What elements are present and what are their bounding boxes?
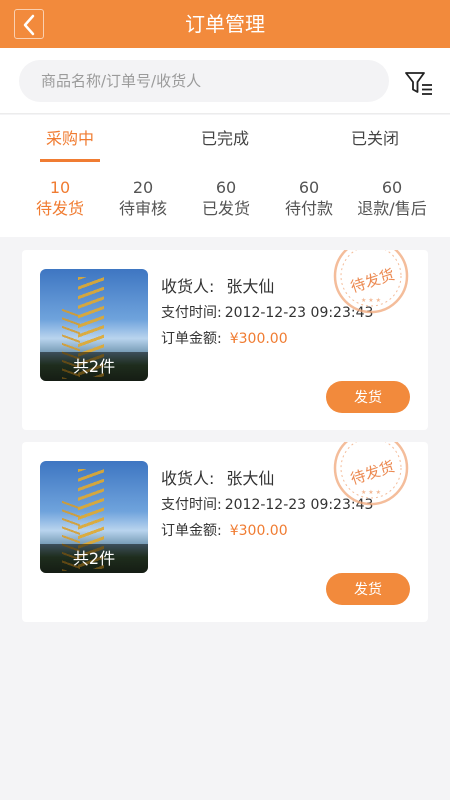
product-image[interactable]: 共2件 — [40, 269, 148, 381]
tab-closed[interactable]: 已关闭 — [325, 115, 425, 163]
filter-button[interactable] — [404, 70, 436, 98]
subtab-pending-shipment[interactable]: 10 待发货 — [15, 177, 105, 219]
amount-row: 订单金额: ¥300.00 — [161, 328, 288, 348]
receiver-label: 收货人: — [161, 469, 215, 488]
subtab-pending-payment[interactable]: 60 待付款 — [264, 177, 354, 219]
tab-completed[interactable]: 已完成 — [175, 115, 275, 163]
stamp-text: 待发货 — [348, 265, 396, 296]
subtab-label: 待审核 — [118, 199, 167, 218]
svg-text:★ ★ ★: ★ ★ ★ — [361, 489, 381, 496]
ship-button[interactable]: 发货 — [326, 573, 410, 605]
search-input[interactable] — [19, 60, 389, 102]
page-title: 订单管理 — [185, 12, 265, 36]
amount-value: ¥300.00 — [229, 331, 288, 347]
subtab-shipped[interactable]: 60 已发货 — [181, 177, 271, 219]
order-card[interactable]: 共2件 收货人: 张大仙 支付时间: 2012-12-23 09:23:43 订单金… — [22, 442, 428, 622]
subtab-count: 20 — [132, 178, 154, 197]
tab-purchasing[interactable]: 采购中 — [20, 115, 120, 163]
amount-row: 订单金额: ¥300.00 — [161, 520, 288, 540]
receiver-name: 张大仙 — [226, 277, 275, 296]
amount-label: 订单金额: — [161, 331, 222, 347]
subtab-count: 60 — [215, 178, 237, 197]
pending-shipment-stamp-icon: 待发货 ★ ★ ★ — [333, 250, 409, 314]
app-header: 订单管理 — [0, 0, 450, 48]
svg-text:★ ★ ★: ★ ★ ★ — [361, 297, 381, 304]
subtab-count: 60 — [381, 178, 403, 197]
subtab-label: 待发货 — [35, 199, 84, 218]
pending-shipment-stamp-icon: 待发货 ★ ★ ★ — [333, 442, 409, 506]
receiver-row: 收货人: 张大仙 — [161, 465, 274, 489]
subtab-label: 退款/售后 — [357, 199, 427, 218]
pay-time-label: 支付时间: — [161, 305, 222, 321]
pay-time-label: 支付时间: — [161, 497, 222, 513]
amount-value: ¥300.00 — [229, 523, 288, 539]
order-substatus-tabs: 10 待发货 20 待审核 60 已发货 60 待付款 60 退款/售后 — [0, 163, 450, 237]
subtab-label: 待付款 — [284, 199, 333, 218]
item-count: 共2件 — [40, 544, 148, 573]
order-card[interactable]: 共2件 收货人: 张大仙 支付时间: 2012-12-23 09:23:43 订单金… — [22, 250, 428, 430]
filter-icon — [405, 72, 432, 95]
status-tabs: 采购中 已完成 已关闭 — [0, 115, 450, 163]
subtab-count: 60 — [298, 178, 320, 197]
amount-label: 订单金额: — [161, 523, 222, 539]
receiver-row: 收货人: 张大仙 — [161, 273, 274, 297]
item-count: 共2件 — [40, 352, 148, 381]
receiver-label: 收货人: — [161, 277, 215, 296]
active-tab-indicator — [40, 159, 100, 162]
subtab-refund-aftersale[interactable]: 60 退款/售后 — [347, 177, 437, 219]
subtab-label: 已发货 — [201, 199, 250, 218]
search-bar — [0, 48, 450, 114]
receiver-name: 张大仙 — [226, 469, 275, 488]
stamp-text: 待发货 — [348, 457, 396, 488]
subtab-count: 10 — [49, 178, 71, 197]
product-image[interactable]: 共2件 — [40, 461, 148, 573]
subtab-pending-review[interactable]: 20 待审核 — [98, 177, 188, 219]
ship-button[interactable]: 发货 — [326, 381, 410, 413]
